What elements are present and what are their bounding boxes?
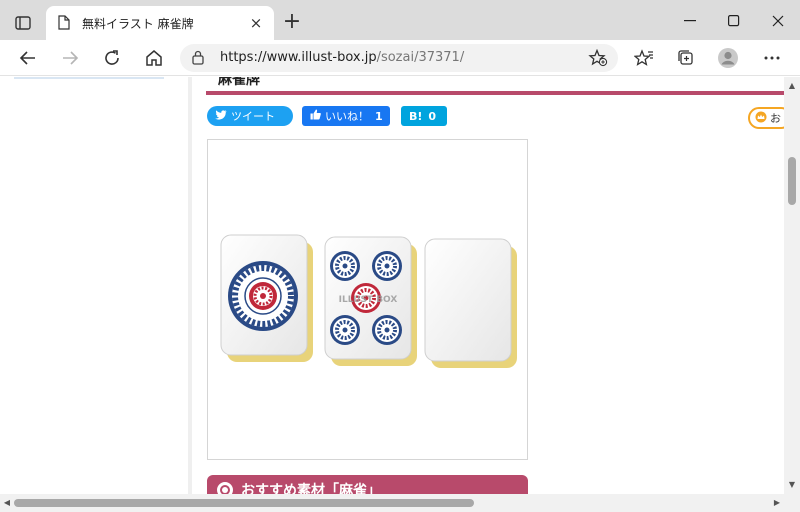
crown-icon (754, 111, 768, 126)
url-text: https://www.illust-box.jp/sozai/37371/ (220, 50, 464, 65)
collections-icon[interactable] (672, 45, 700, 71)
circle-bullet-icon (217, 482, 233, 494)
sidebar-fragment (14, 77, 164, 79)
favorite-label: お (770, 112, 781, 125)
scroll-left-icon[interactable]: ◀ (0, 494, 14, 512)
home-icon[interactable] (140, 45, 168, 71)
back-arrow-icon[interactable] (14, 45, 42, 71)
address-bar[interactable]: https://www.illust-box.jp/sozai/37371/ (180, 44, 618, 72)
star-add-icon[interactable] (588, 48, 608, 71)
browser-toolbar: https://www.illust-box.jp/sozai/37371/ (0, 40, 800, 76)
main-content: 麻雀牌 ツイート いいね！ 1 B! 0 お ILLUST BOX おすすめ素材… (192, 77, 784, 494)
refresh-icon[interactable] (98, 45, 126, 71)
forward-arrow-icon[interactable] (56, 45, 84, 71)
favorites-icon[interactable] (630, 45, 658, 71)
scroll-down-icon[interactable]: ▼ (784, 478, 800, 492)
hatena-bookmark-button[interactable]: B! 0 (401, 106, 447, 126)
active-tab[interactable]: 無料イラスト 麻雀牌 × (46, 6, 274, 40)
url-host: https://www.illust-box.jp (220, 50, 377, 65)
scrollbar-corner (784, 494, 800, 512)
close-tab-button[interactable]: × (246, 13, 266, 33)
page-title: 麻雀牌 (218, 77, 260, 88)
recommended-section-header[interactable]: おすすめ素材「麻雀」 (207, 475, 528, 494)
vertical-scroll-thumb[interactable] (788, 157, 796, 205)
new-tab-button[interactable]: + (280, 11, 304, 35)
like-count: 1 (375, 109, 383, 123)
favorite-button[interactable]: お (748, 107, 784, 129)
more-icon[interactable] (758, 45, 786, 71)
tab-bar: 無料イラスト 麻雀牌 × + (0, 0, 800, 40)
maximize-icon[interactable] (712, 6, 756, 36)
like-label: いいね！ (325, 110, 369, 123)
vertical-scrollbar[interactable]: ▲ ▼ (784, 77, 800, 494)
horizontal-scrollbar[interactable]: ◀ ▶ (0, 494, 784, 512)
page-viewport: 麻雀牌 ツイート いいね！ 1 B! 0 お ILLUST BOX おすすめ素材… (0, 77, 784, 494)
mahjong-tile-five-pin: ILLUST BOX (324, 236, 417, 366)
scroll-up-icon[interactable]: ▲ (784, 79, 800, 93)
minimize-icon[interactable] (668, 6, 712, 36)
content-heading: 麻雀牌 (206, 77, 784, 95)
tweet-button[interactable]: ツイート (207, 106, 293, 126)
watermark-text: ILLUST BOX (339, 295, 398, 305)
horizontal-scroll-thumb[interactable] (14, 499, 474, 507)
lock-icon[interactable] (192, 50, 204, 69)
mahjong-tile-one-pin (220, 234, 313, 362)
close-icon[interactable] (756, 6, 800, 36)
recommended-title: おすすめ素材「麻雀」 (241, 483, 381, 494)
illustration-frame[interactable]: ILLUST BOX (207, 139, 528, 460)
scroll-right-icon[interactable]: ▶ (770, 494, 784, 512)
mahjong-tiles-illustration: ILLUST BOX (220, 234, 517, 368)
tab-title: 無料イラスト 麻雀牌 (82, 17, 194, 31)
page-icon (58, 15, 70, 34)
url-path: /sozai/37371/ (376, 50, 465, 65)
tweet-label: ツイート (231, 110, 275, 123)
hatena-label: B! (409, 109, 423, 123)
profile-icon[interactable] (714, 45, 742, 71)
twitter-bird-icon (215, 109, 227, 123)
facebook-like-button[interactable]: いいね！ 1 (302, 106, 390, 126)
left-sidebar (0, 77, 188, 494)
thumbs-up-icon (310, 109, 321, 123)
hatena-count: 0 (428, 109, 437, 123)
mahjong-tile-blank (424, 238, 517, 368)
browser-window: 無料イラスト 麻雀牌 × + https://www.illust-box.jp… (0, 0, 800, 512)
tab-actions-icon[interactable] (10, 10, 36, 36)
